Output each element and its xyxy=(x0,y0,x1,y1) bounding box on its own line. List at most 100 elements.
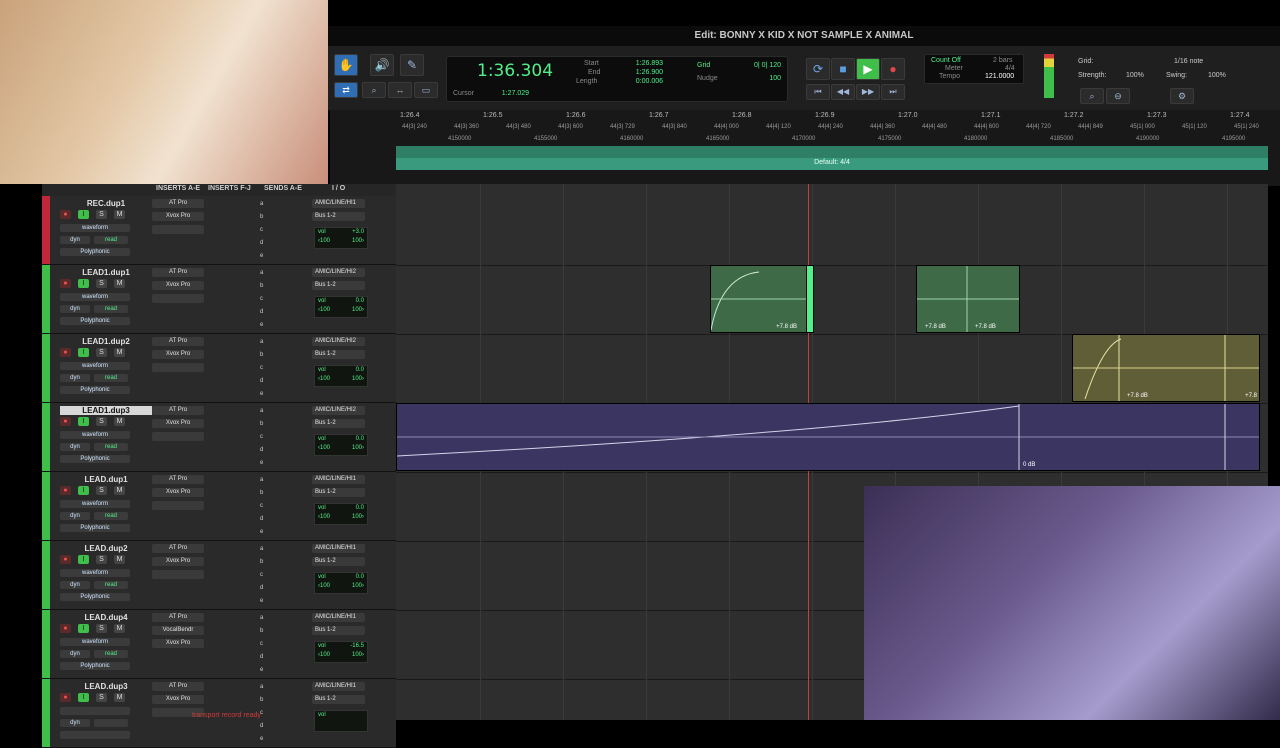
insert-slot-b[interactable]: Xvox Pro xyxy=(152,419,204,428)
speaker-tool-icon[interactable]: 🔊 xyxy=(370,54,394,76)
input-monitor-button[interactable]: I xyxy=(78,624,89,633)
record-arm-button[interactable]: ● xyxy=(60,555,71,564)
pan-right-value[interactable]: 100› xyxy=(352,445,364,451)
tempo-display[interactable]: Count Off 2 bars Meter 4/4 Tempo 121.000… xyxy=(924,54,1024,84)
volume-value[interactable]: +3.0 xyxy=(352,229,364,235)
track-name[interactable]: REC.dup1 xyxy=(60,199,152,208)
rewind-icon[interactable]: ⏮ xyxy=(806,84,830,100)
insert-slot-b[interactable]: Xvox Pro xyxy=(152,212,204,221)
solo-button[interactable]: S xyxy=(96,417,107,426)
send-slot-a[interactable]: a xyxy=(260,615,263,621)
send-slot-b[interactable]: b xyxy=(260,421,263,427)
insert-slot-c[interactable]: Xvox Pro xyxy=(152,639,204,648)
send-slot-e[interactable]: e xyxy=(260,736,263,742)
mute-button[interactable]: M xyxy=(114,210,125,219)
insert-slot-a[interactable]: AT Pro xyxy=(152,199,204,208)
timebase-selector[interactable] xyxy=(60,731,130,739)
minsecs-ruler[interactable]: 1:26.4 1:26.5 1:26.6 1:26.7 1:26.8 1:26.9 1:27… xyxy=(396,112,1262,122)
send-slot-e[interactable]: e xyxy=(260,460,263,466)
automation-mode[interactable]: read xyxy=(94,305,128,313)
mute-button[interactable]: M xyxy=(114,624,125,633)
send-slot-e[interactable]: e xyxy=(260,391,263,397)
solo-button[interactable]: S xyxy=(96,348,107,357)
send-slot-c[interactable]: c xyxy=(260,296,263,302)
track-header[interactable]: LEAD.dup2 ● I S M waveform dyn read Poly… xyxy=(42,541,396,610)
input-monitor-button[interactable]: I xyxy=(78,555,89,564)
output-selector[interactable]: Bus 1-2 xyxy=(312,488,365,497)
record-arm-button[interactable]: ● xyxy=(60,624,71,633)
pan-left-value[interactable]: ‹100 xyxy=(318,376,330,382)
audio-clip-selected-track[interactable]: 0 dB xyxy=(396,403,1260,471)
grabber-tool-icon[interactable]: ✋ xyxy=(334,54,358,76)
selected-clip-edge[interactable] xyxy=(806,265,814,333)
record-arm-button[interactable]: ● xyxy=(60,693,71,702)
track-view-selector[interactable]: waveform xyxy=(60,224,130,232)
start-value[interactable]: 1:26.893 xyxy=(627,60,663,67)
insert-slot-b[interactable]: Xvox Pro xyxy=(152,557,204,566)
mute-button[interactable]: M xyxy=(114,279,125,288)
track-view-selector[interactable]: waveform xyxy=(60,362,130,370)
insert-slot-a[interactable]: AT Pro xyxy=(152,682,204,691)
track-header[interactable]: LEAD1.dup2 ● I S M waveform dyn read Pol… xyxy=(42,334,396,403)
volume-pan-box[interactable]: vol 0.0 ‹100 100› xyxy=(314,503,368,525)
send-slot-b[interactable]: b xyxy=(260,697,263,703)
insert-slot-c[interactable] xyxy=(152,432,204,441)
pan-left-value[interactable]: ‹100 xyxy=(318,652,330,658)
send-slot-d[interactable]: d xyxy=(260,378,263,384)
automation-mode[interactable]: read xyxy=(94,581,128,589)
send-slot-a[interactable]: a xyxy=(260,201,263,207)
send-slot-d[interactable]: d xyxy=(260,723,263,729)
record-arm-button[interactable]: ● xyxy=(60,279,71,288)
mute-button[interactable]: M xyxy=(114,486,125,495)
volume-pan-box[interactable]: vol +3.0 ‹100 100› xyxy=(314,227,368,249)
nudge-value[interactable]: 100 xyxy=(737,75,781,82)
record-icon[interactable]: ● xyxy=(881,58,905,80)
track-header[interactable]: LEAD.dup4 ● I S M waveform dyn read Poly… xyxy=(42,610,396,679)
smart-tool-icon[interactable]: ⇄ xyxy=(334,82,358,98)
volume-pan-box[interactable]: vol 0.0 ‹100 100› xyxy=(314,296,368,318)
send-slot-a[interactable]: a xyxy=(260,408,263,414)
send-slot-e[interactable]: e xyxy=(260,529,263,535)
volume-pan-box[interactable]: vol xyxy=(314,710,368,732)
insert-slot-b[interactable]: Xvox Pro xyxy=(152,350,204,359)
pan-left-value[interactable]: ‹100 xyxy=(318,514,330,520)
pan-left-value[interactable]: ‹100 xyxy=(318,238,330,244)
send-slot-b[interactable]: b xyxy=(260,628,263,634)
meter-ruler[interactable]: Default: 4/4 xyxy=(396,158,1268,170)
scrub-tool-icon[interactable]: ▭ xyxy=(414,82,438,98)
send-slot-d[interactable]: d xyxy=(260,240,263,246)
input-monitor-button[interactable]: I xyxy=(78,693,89,702)
volume-value[interactable]: -16.5 xyxy=(350,643,364,649)
send-slot-a[interactable]: a xyxy=(260,684,263,690)
forward-icon[interactable]: ▶▶ xyxy=(856,84,880,100)
send-slot-a[interactable]: a xyxy=(260,477,263,483)
volume-value[interactable]: 0.0 xyxy=(356,574,364,580)
track-name[interactable]: LEAD1.dup2 xyxy=(60,337,152,346)
loop-icon[interactable]: ⟳ xyxy=(806,58,830,80)
main-counter[interactable]: 1:36.304 Start End Length 1:26.893 1:26.… xyxy=(446,56,788,102)
play-icon[interactable]: ▶ xyxy=(856,58,880,80)
pan-right-value[interactable]: 100› xyxy=(352,238,364,244)
automation-mode[interactable]: read xyxy=(94,236,128,244)
input-selector[interactable]: AMIC/LINE/HI1 xyxy=(312,544,365,553)
track-name[interactable]: LEAD.dup3 xyxy=(60,682,152,691)
input-selector[interactable]: AMIC/LINE/HI1 xyxy=(312,682,365,691)
insert-slot-c[interactable] xyxy=(152,501,204,510)
bars-beats-ruler[interactable]: 44|3| 240 44|3| 360 44|3| 480 44|3| 600 44|3… xyxy=(396,124,1262,134)
length-value[interactable]: 0:00.006 xyxy=(627,78,663,85)
output-selector[interactable]: Bus 1-2 xyxy=(312,419,365,428)
send-slot-b[interactable]: b xyxy=(260,352,263,358)
insert-slot-b[interactable]: Xvox Pro xyxy=(152,488,204,497)
send-slot-c[interactable]: c xyxy=(260,227,263,233)
input-monitor-button[interactable]: I xyxy=(78,348,89,357)
solo-button[interactable]: S xyxy=(96,555,107,564)
insert-slot-c[interactable] xyxy=(152,294,204,303)
track-view-selector[interactable]: waveform xyxy=(60,638,130,646)
pan-right-value[interactable]: 100› xyxy=(352,307,364,313)
record-arm-button[interactable]: ● xyxy=(60,486,71,495)
zoom-out-icon[interactable]: ⊖ xyxy=(1106,88,1130,104)
track-name[interactable]: LEAD.dup4 xyxy=(60,613,152,622)
pan-right-value[interactable]: 100› xyxy=(352,583,364,589)
input-selector[interactable]: AMIC/LINE/HI2 xyxy=(312,337,365,346)
send-slot-b[interactable]: b xyxy=(260,490,263,496)
